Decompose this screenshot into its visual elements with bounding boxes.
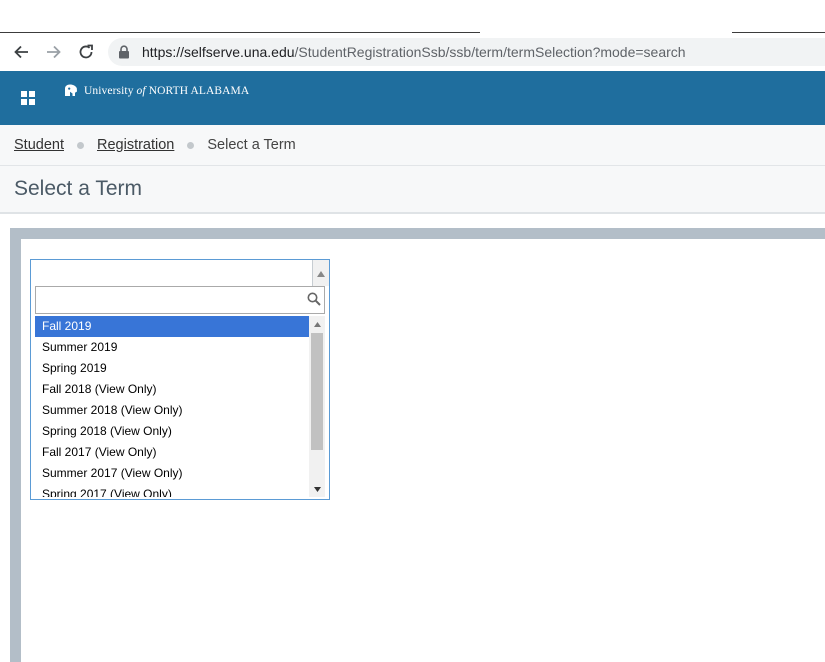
app-header: University of NORTH ALABAMA xyxy=(0,71,825,125)
term-option-fall-2019[interactable]: Fall 2019 xyxy=(35,316,309,337)
term-option-summer-2019[interactable]: Summer 2019 xyxy=(35,337,309,358)
url-host: https://selfserve.una.edu xyxy=(142,44,295,60)
breadcrumb-separator xyxy=(187,141,195,149)
term-search-input[interactable] xyxy=(35,286,325,314)
brand-name: NORTH ALABAMA xyxy=(148,84,250,97)
caret-up-icon xyxy=(313,321,321,327)
breadcrumb-bar: Student Registration Select a Term xyxy=(0,125,825,166)
app-menu-grid-icon[interactable] xyxy=(21,91,35,105)
tab-divider xyxy=(0,32,480,33)
browser-toolbar: https://selfserve.una.edu/StudentRegistr… xyxy=(0,34,825,70)
lock-icon xyxy=(119,45,129,59)
term-option-spring-2019[interactable]: Spring 2019 xyxy=(35,358,309,379)
brand-prefix: University xyxy=(84,84,134,97)
lion-logo-icon xyxy=(65,84,77,96)
university-name: University of NORTH ALABAMA xyxy=(84,85,249,97)
term-select-toggle[interactable] xyxy=(312,260,329,287)
options-scrollbar[interactable] xyxy=(309,316,325,497)
term-option-spring-2018[interactable]: Spring 2018 (View Only) xyxy=(35,421,309,442)
breadcrumb-registration[interactable]: Registration xyxy=(97,137,174,153)
term-options-list: Fall 2019 Summer 2019 Spring 2019 Fall 2… xyxy=(35,316,309,497)
arrow-right-icon xyxy=(47,45,61,59)
term-select[interactable] xyxy=(30,259,330,287)
scrollbar-thumb[interactable] xyxy=(311,333,323,450)
reload-icon xyxy=(79,44,93,59)
caret-down-icon xyxy=(313,486,321,492)
brand-of: of xyxy=(136,84,146,97)
browser-tab-strip xyxy=(0,0,825,34)
term-option-fall-2018[interactable]: Fall 2018 (View Only) xyxy=(35,379,309,400)
term-option-summer-2017[interactable]: Summer 2017 (View Only) xyxy=(35,463,309,484)
breadcrumb: Student Registration Select a Term xyxy=(14,137,296,153)
breadcrumb-current: Select a Term xyxy=(207,137,296,153)
breadcrumb-student[interactable]: Student xyxy=(14,137,64,153)
reload-button[interactable] xyxy=(74,40,98,64)
university-logo[interactable]: University of NORTH ALABAMA xyxy=(64,84,249,97)
caret-up-icon xyxy=(317,270,325,277)
scroll-up-button[interactable] xyxy=(309,316,325,332)
breadcrumb-separator xyxy=(77,141,84,149)
scroll-down-button[interactable] xyxy=(309,481,325,497)
term-option-spring-2017[interactable]: Spring 2017 (View Only) xyxy=(35,484,309,497)
page-title: Select a Term xyxy=(14,177,142,200)
term-option-summer-2018[interactable]: Summer 2018 (View Only) xyxy=(35,400,309,421)
page-title-bar: Select a Term xyxy=(0,166,825,214)
forward-button[interactable] xyxy=(42,40,66,64)
tab-divider xyxy=(732,32,825,33)
back-button[interactable] xyxy=(9,40,33,64)
search-icon xyxy=(307,292,321,306)
arrow-left-icon xyxy=(14,45,28,59)
address-bar[interactable]: https://selfserve.una.edu/StudentRegistr… xyxy=(108,38,825,66)
term-option-fall-2017[interactable]: Fall 2017 (View Only) xyxy=(35,442,309,463)
url-text: https://selfserve.una.edu/StudentRegistr… xyxy=(142,44,686,60)
term-dropdown: Fall 2019 Summer 2019 Spring 2019 Fall 2… xyxy=(30,286,330,500)
url-path: /StudentRegistrationSsb/ssb/term/termSel… xyxy=(294,44,686,60)
